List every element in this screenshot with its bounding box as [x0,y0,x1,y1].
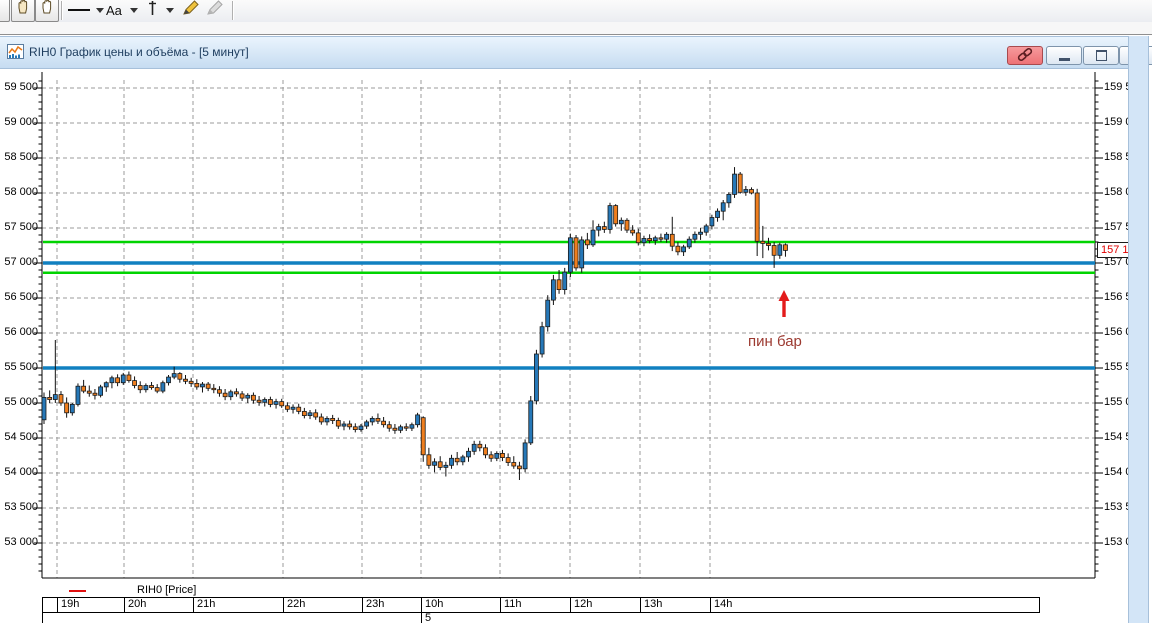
axis-tick-label: 58 500 [4,151,38,163]
time-cell-13h: 13h [640,598,710,612]
axis-tick-label: 158 000 [1104,186,1128,198]
window-title: RIH0 График цены и объёма - [5 минут] [29,45,249,59]
axis-tick-label: 156 500 [1104,291,1128,303]
axis-tick-label: 53 500 [4,501,38,513]
pencil-icon [182,0,200,21]
axis-tick-label: 153 000 [1104,536,1128,548]
minimize-icon [1058,57,1070,61]
grab-hand-icon [40,0,54,19]
chart-window: RIH0 График цены и объёма - [5 минут] × [0,36,1152,623]
axis-tick-label: 56 500 [4,291,38,303]
axis-tick-label: 153 500 [1104,501,1128,513]
time-cell [42,598,57,612]
pin-bar-annotation-text: пин бар [748,333,802,350]
axis-tick-label: 157 500 [1104,221,1128,233]
time-axis-row: 19h 20h 21h 22h 23h 10h 11h 12h 13h 14h [42,597,1040,613]
axis-tick-label: 58 000 [4,186,38,198]
time-cell-10h: 10h [421,598,500,612]
time-cell-19h: 19h [57,598,124,612]
font-icon: Aa [106,2,122,18]
axis-tick-label: 156 000 [1104,326,1128,338]
axis-tick-label: 57 500 [4,221,38,233]
axis-tick-label: 55 500 [4,361,38,373]
minimize-button[interactable] [1046,46,1082,65]
window-right-border [1128,36,1149,623]
axis-tick-label: 154 500 [1104,431,1128,443]
axis-tick-label: 54 500 [4,431,38,443]
date-axis-tick [421,612,422,623]
pencil-disabled-icon [206,0,224,21]
axis-tick-label: 59 000 [4,116,38,128]
font-dropdown[interactable]: Aa [106,0,138,20]
time-cell-11h: 11h [500,598,570,612]
time-cell-12h: 12h [570,598,640,612]
line-style-dropdown[interactable] [68,0,104,20]
cursor-tool-dropdown[interactable] [146,0,174,20]
price-axis-left: 59 500 59 000 58 500 58 000 57 500 57 000 56 5… [0,0,38,623]
time-cell-23h: 23h [362,598,421,612]
date-label: 5 [425,612,432,624]
current-price-tag: 157 180 [1097,242,1128,259]
draw-pencil-button[interactable] [182,0,200,20]
axis-tick-label: 59 500 [4,81,38,93]
axis-tick-label: 159 500 [1104,81,1128,93]
date-axis-tick [42,612,43,623]
legend-series-swatch [69,590,86,592]
axis-tick-label: 55 000 [4,396,38,408]
link-chart-button[interactable] [1007,46,1043,65]
workspace-divider [0,34,1152,35]
time-cell-20h: 20h [124,598,193,612]
erase-pencil-button[interactable] [206,0,224,20]
time-cell-14h: 14h [710,598,1039,612]
axis-tick-label: 158 500 [1104,151,1128,163]
cursor-icon [146,0,159,21]
axis-tick-label: 159 000 [1104,116,1128,128]
axis-tick-label: 155 500 [1104,361,1128,373]
axis-tick-label: 155 000 [1104,396,1128,408]
time-cell-21h: 21h [193,598,283,612]
axis-tick-label: 53 000 [4,536,38,548]
grab-hand-button[interactable] [35,0,59,22]
price-axis-right: 159 500159 000158 500158 000157 500157 0… [1096,0,1128,550]
axis-tick-label: 154 000 [1104,466,1128,478]
workspace-background [0,22,1152,34]
chain-link-icon [1016,47,1034,63]
time-cell-22h: 22h [283,598,362,612]
legend-series-label: RIH0 [Price] [137,584,197,596]
axis-tick-label: 56 000 [4,326,38,338]
drawing-toolbar: Aa [0,0,1152,23]
line-icon [68,9,90,11]
axis-tick-label: 54 000 [4,466,38,478]
window-titlebar[interactable]: RIH0 График цены и объёма - [5 минут] × [0,36,1152,69]
axis-tick-label: 57 000 [4,256,38,268]
